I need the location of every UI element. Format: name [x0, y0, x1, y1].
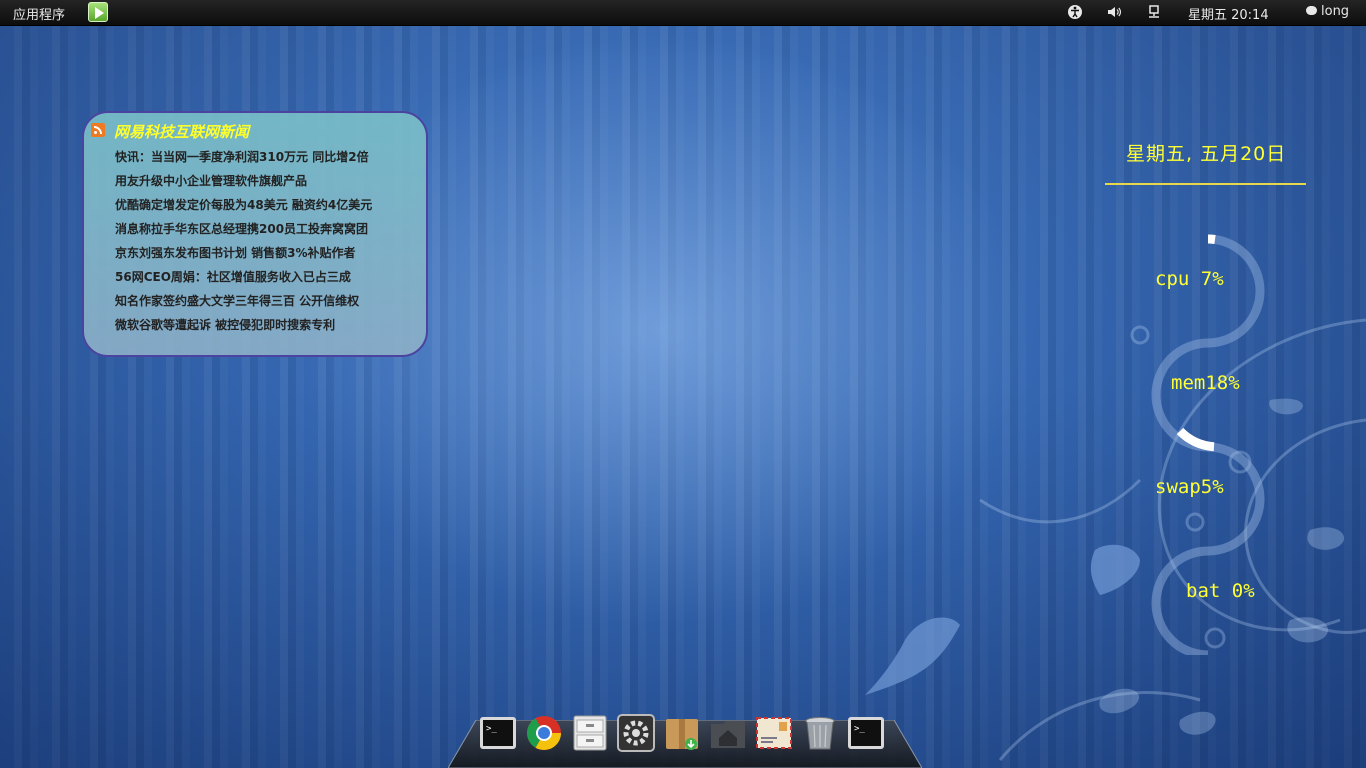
news-item[interactable]: 优酷确定增发定价每股为48美元 融资约4亿美元 [115, 195, 372, 219]
chrome-icon[interactable] [525, 714, 563, 752]
date-underline [1105, 183, 1306, 185]
terminal-icon[interactable]: >_ [479, 714, 517, 752]
cpu-meter: cpu 7% [1155, 268, 1224, 290]
home-folder-icon[interactable] [709, 714, 747, 752]
svg-text:>_: >_ [486, 724, 497, 734]
swap-meter: swap5% [1155, 476, 1224, 498]
volume-icon[interactable] [1106, 4, 1122, 20]
accessibility-icon[interactable] [1067, 4, 1083, 20]
chat-bubble-icon [1306, 6, 1317, 15]
news-list: 快讯：当当网一季度净利润310万元 同比增2倍 用友升级中小企业管理软件旗舰产品… [115, 147, 372, 339]
archive-package-icon[interactable] [663, 714, 701, 752]
news-item[interactable]: 56网CEO周娟：社区增值服务收入已占三成 [115, 267, 372, 291]
network-wired-icon[interactable] [1146, 4, 1162, 20]
news-item[interactable]: 消息称拉手华东区总经理携200员工投奔窝窝团 [115, 219, 372, 243]
dock: >_ >_ [448, 706, 922, 768]
file-cabinet-icon[interactable] [571, 714, 609, 752]
play-launcher-icon[interactable] [88, 2, 108, 22]
terminal-icon[interactable]: >_ [847, 714, 885, 752]
top-panel: 应用程序 星期五 20:14 long [0, 0, 1366, 26]
news-feed-widget: 网易科技互联网新闻 快讯：当当网一季度净利润310万元 同比增2倍 用友升级中小… [82, 111, 428, 357]
bat-meter: bat 0% [1186, 580, 1255, 602]
news-item[interactable]: 微软谷歌等遭起诉 被控侵犯即时搜索专利 [115, 315, 372, 339]
news-item[interactable]: 快讯：当当网一季度净利润310万元 同比增2倍 [115, 147, 372, 171]
news-item[interactable]: 用友升级中小企业管理软件旗舰产品 [115, 171, 372, 195]
cpu-usage-arc [1207, 234, 1216, 244]
trash-icon[interactable] [801, 714, 839, 752]
mail-envelope-icon[interactable] [755, 714, 793, 752]
monitor-date: 星期五, 五月20日 [1126, 143, 1287, 165]
clock[interactable]: 星期五 20:14 [1188, 4, 1269, 23]
user-menu[interactable]: long [1306, 4, 1349, 19]
applications-menu[interactable]: 应用程序 [13, 4, 65, 23]
news-item[interactable]: 京东刘强东发布图书计划 销售额3%补贴作者 [115, 243, 372, 267]
mem-meter: mem18% [1171, 372, 1240, 394]
rss-icon [91, 123, 105, 137]
svg-text:>_: >_ [854, 724, 865, 734]
news-feed-title[interactable]: 网易科技互联网新闻 [114, 121, 249, 142]
news-item[interactable]: 知名作家签约盛大文学三年得三百 公开信维权 [115, 291, 372, 315]
user-name: long [1321, 4, 1350, 19]
system-settings-icon[interactable] [617, 714, 655, 752]
